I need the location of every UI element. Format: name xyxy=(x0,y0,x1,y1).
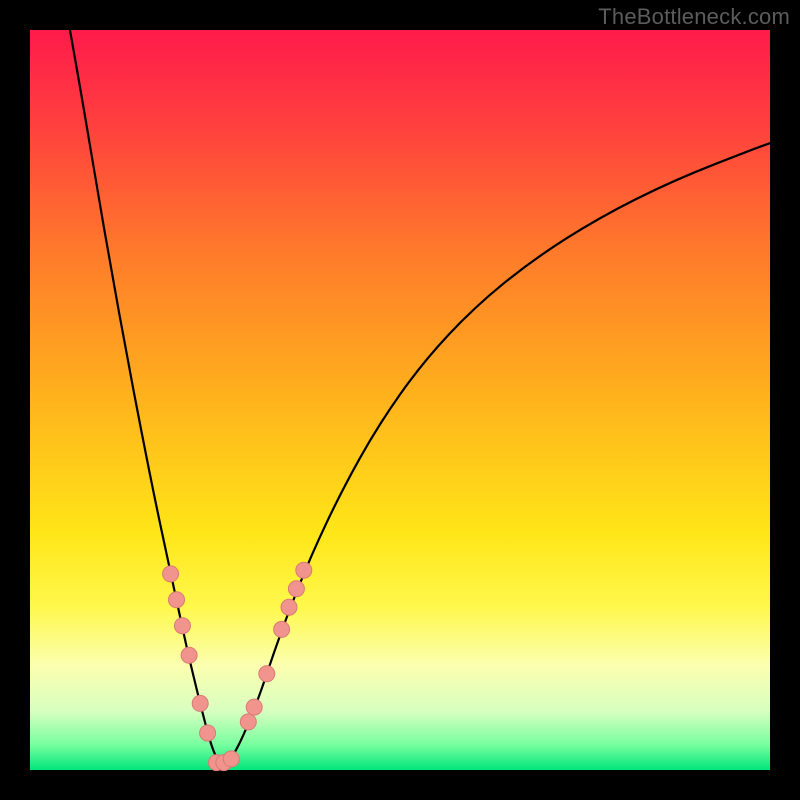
highlight-point xyxy=(281,599,297,615)
highlight-point xyxy=(163,566,179,582)
highlight-point xyxy=(246,699,262,715)
plot-background xyxy=(30,30,770,770)
highlight-point xyxy=(169,592,185,608)
chart-frame: TheBottleneck.com xyxy=(0,0,800,800)
highlight-point xyxy=(259,666,275,682)
highlight-point xyxy=(296,562,312,578)
watermark-label: TheBottleneck.com xyxy=(598,4,790,30)
highlight-point xyxy=(288,581,304,597)
highlight-point xyxy=(274,621,290,637)
bottleneck-chart xyxy=(0,0,800,800)
highlight-point xyxy=(192,695,208,711)
highlight-point xyxy=(181,647,197,663)
highlight-point xyxy=(223,751,239,767)
highlight-point xyxy=(174,618,190,634)
highlight-point xyxy=(200,725,216,741)
highlight-point xyxy=(240,714,256,730)
